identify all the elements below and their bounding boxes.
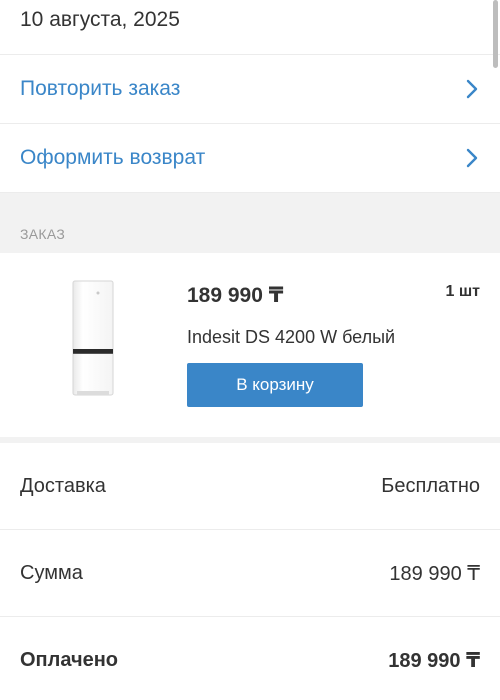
delivery-row: Доставка Бесплатно	[0, 443, 500, 530]
paid-label: Оплачено	[20, 649, 118, 671]
return-order-row[interactable]: Оформить возврат	[0, 124, 500, 193]
item-quantity: 1 шт	[445, 283, 480, 300]
scrollbar[interactable]	[493, 0, 498, 68]
return-order-label: Оформить возврат	[20, 146, 206, 169]
order-section-header: ЗАКАЗ	[0, 193, 500, 253]
order-date: 10 августа, 2025	[0, 0, 500, 55]
repeat-order-row[interactable]: Повторить заказ	[0, 55, 500, 124]
fridge-image[interactable]	[70, 279, 116, 397]
order-item: 189 990 ₸ 1 шт Indesit DS 4200 W белый В…	[0, 253, 500, 443]
paid-row: Оплачено 189 990 ₸	[0, 617, 500, 700]
sum-row: Сумма 189 990 ₸	[0, 530, 500, 617]
chevron-right-icon	[466, 79, 478, 99]
item-price: 189 990 ₸	[187, 284, 284, 307]
sum-label: Сумма	[20, 561, 83, 584]
chevron-right-icon	[466, 148, 478, 168]
sum-value: 189 990 ₸	[389, 562, 480, 585]
paid-value: 189 990 ₸	[388, 650, 480, 672]
item-name[interactable]: Indesit DS 4200 W белый	[187, 327, 395, 348]
delivery-label: Доставка	[20, 474, 106, 497]
add-to-cart-button[interactable]: В корзину	[187, 363, 363, 407]
delivery-value: Бесплатно	[381, 474, 480, 497]
repeat-order-label: Повторить заказ	[20, 77, 181, 100]
